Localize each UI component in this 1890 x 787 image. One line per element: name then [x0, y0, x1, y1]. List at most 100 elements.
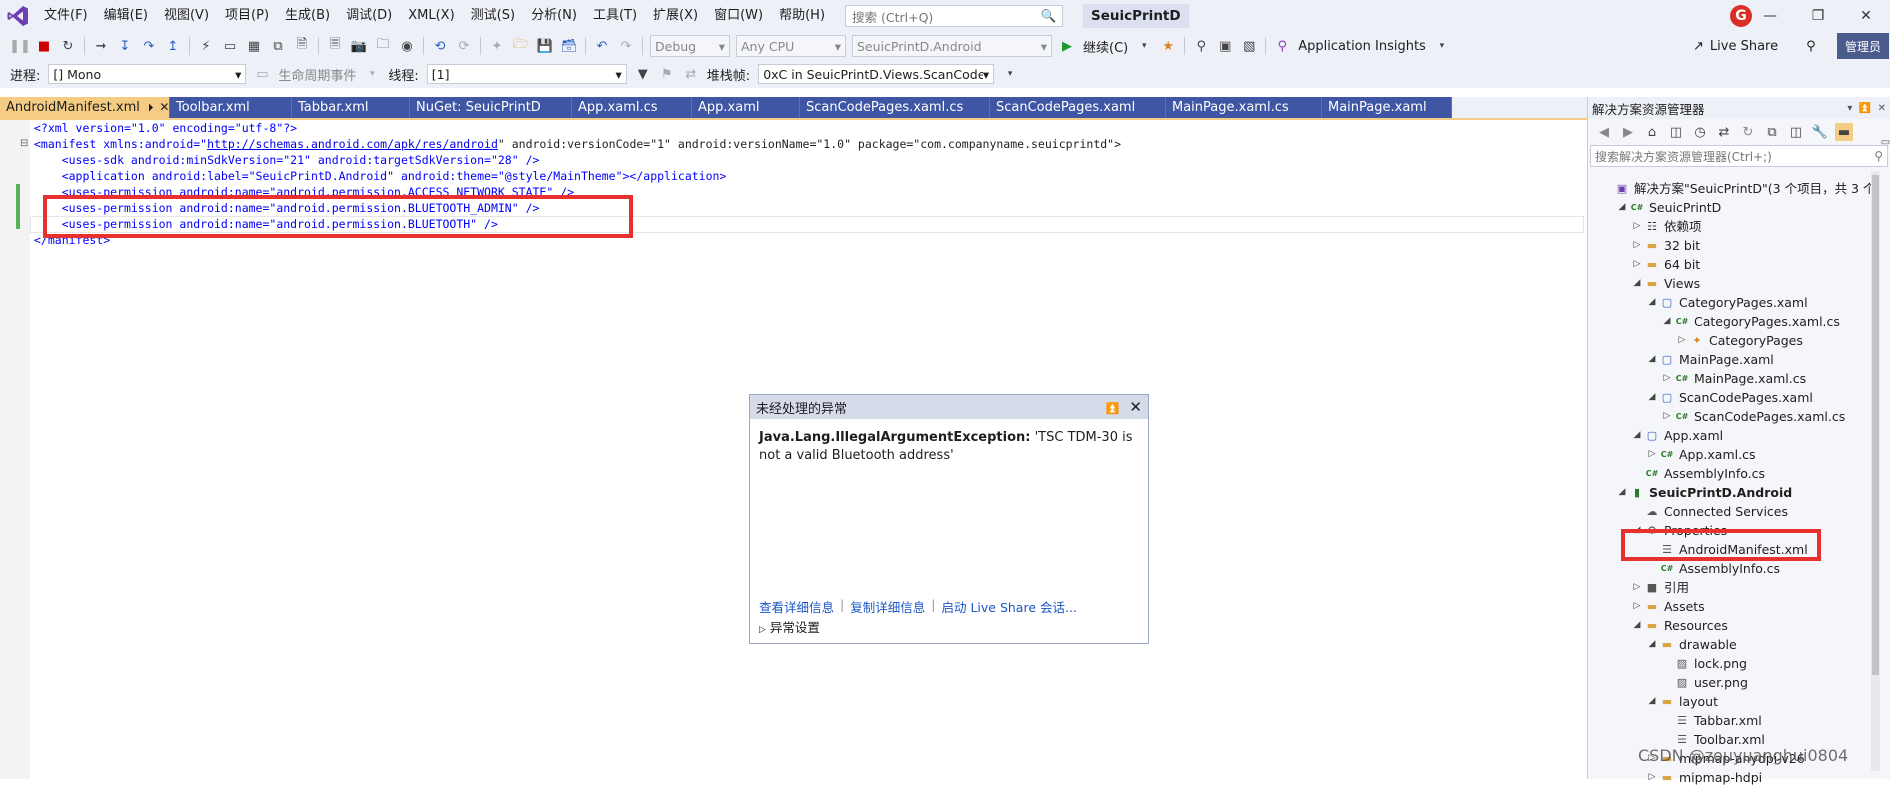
tree-item[interactable]: ▨ user.png: [1660, 673, 1748, 692]
document-tab[interactable]: MainPage.xaml: [1322, 97, 1452, 118]
expand-arrow-icon[interactable]: ▷: [1630, 217, 1644, 236]
document-tab[interactable]: ScanCodePages.xaml.cs: [800, 97, 990, 118]
document-tab[interactable]: App.xaml.cs: [572, 97, 692, 118]
expand-arrow-icon[interactable]: ▷: [1630, 236, 1644, 255]
menu-item[interactable]: 项目(P): [217, 0, 277, 32]
redo-icon[interactable]: ↷: [617, 37, 635, 55]
document-tab[interactable]: MainPage.xaml.cs: [1166, 97, 1322, 118]
expand-arrow-icon[interactable]: ▷: [1660, 407, 1674, 426]
tree-item[interactable]: ▨ lock.png: [1660, 654, 1747, 673]
expand-arrow-icon[interactable]: ▷: [1645, 445, 1659, 464]
step-out-icon[interactable]: ↥: [164, 37, 182, 55]
expand-arrow-icon[interactable]: ▷: [1675, 331, 1689, 350]
ruler-icon[interactable]: ▧: [1240, 37, 1258, 55]
application-insights-icon[interactable]: ⚲: [1273, 37, 1291, 55]
tree-item[interactable]: ◢ ▬ drawable: [1645, 635, 1737, 654]
tree-item[interactable]: ◢ ▬ layout: [1645, 692, 1718, 711]
back-icon[interactable]: ◀: [1595, 123, 1613, 141]
pin-icon[interactable]: ⏵: [148, 97, 154, 118]
continue-button[interactable]: 继续(C): [1083, 37, 1128, 56]
tree-item[interactable]: ▷ C# ScanCodePages.xaml.cs: [1660, 407, 1846, 426]
tree-item[interactable]: ▷ ▬ 32 bit: [1630, 236, 1701, 255]
view-details-link[interactable]: 查看详细信息: [759, 597, 834, 616]
menu-item[interactable]: 编辑(E): [96, 0, 156, 32]
dropdown-icon[interactable]: ▾: [1847, 103, 1852, 114]
expand-arrow-icon[interactable]: ▷: [1660, 369, 1674, 388]
menu-item[interactable]: 窗口(W): [706, 0, 771, 32]
step-into-icon[interactable]: ↧: [116, 37, 134, 55]
solution-search-input[interactable]: 搜索解决方案资源管理器(Ctrl+;) ⚲: [1590, 145, 1888, 167]
application-insights-button[interactable]: Application Insights: [1298, 39, 1426, 54]
refresh-icon[interactable]: ↻: [1739, 123, 1757, 141]
menu-item[interactable]: 视图(V): [156, 0, 217, 32]
collapse-arrow-icon[interactable]: ◢: [1645, 350, 1659, 369]
admin-badge[interactable]: 管理员: [1837, 33, 1889, 59]
document-tab[interactable]: Toolbar.xml: [170, 97, 292, 118]
collapse-arrow-icon[interactable]: ◢: [1630, 426, 1644, 445]
navigate-back-icon[interactable]: ⟲: [431, 37, 449, 55]
device-icon[interactable]: ▭: [221, 37, 239, 55]
collapse-arrow-icon[interactable]: ◢: [1630, 616, 1644, 635]
exception-settings[interactable]: ▷ 异常设置: [759, 617, 820, 636]
close-icon[interactable]: ✕: [1878, 103, 1886, 114]
pending-changes-icon[interactable]: ◷: [1691, 123, 1709, 141]
collapse-arrow-icon[interactable]: ◢: [1615, 198, 1629, 217]
document-tab[interactable]: NuGet: SeuicPrintD: [410, 97, 572, 118]
collapse-arrow-icon[interactable]: ◢: [1645, 635, 1659, 654]
lifecycle-icon[interactable]: ▭: [253, 65, 271, 83]
close-icon[interactable]: ✕: [1842, 0, 1890, 32]
restore-icon[interactable]: ❐: [1794, 0, 1842, 32]
hot-reload-icon[interactable]: ⚡: [197, 37, 215, 55]
tree-item[interactable]: ◢ ▢ App.xaml: [1630, 426, 1724, 445]
tree-item[interactable]: ▷ ▬ Assets: [1630, 597, 1705, 616]
undo-icon[interactable]: ↶: [593, 37, 611, 55]
tree-item[interactable]: ▷ ■ 引用: [1630, 578, 1689, 597]
tree-item[interactable]: ◢ ▢ CategoryPages.xaml: [1645, 293, 1808, 312]
tree-item[interactable]: ◢ ▢ MainPage.xaml: [1645, 350, 1774, 369]
menu-item[interactable]: 生成(B): [277, 0, 338, 32]
new-file-icon[interactable]: 🗏: [326, 37, 344, 55]
home-icon[interactable]: ⌂: [1643, 123, 1661, 141]
stop-icon[interactable]: ■: [35, 37, 53, 55]
scrollbar-thumb[interactable]: [1872, 175, 1879, 675]
menu-item[interactable]: 工具(T): [585, 0, 645, 32]
show-next-statement-icon[interactable]: ➞: [92, 37, 110, 55]
start-live-share-link[interactable]: 启动 Live Share 会话...: [941, 597, 1076, 616]
restart-icon[interactable]: ↻: [59, 37, 77, 55]
tree-item[interactable]: ▣ 解决方案"SeuicPrintD"(3 个项目，共 3 个): [1600, 179, 1881, 198]
minimize-icon[interactable]: —: [1746, 0, 1794, 32]
switch-views-icon[interactable]: ◫: [1667, 123, 1685, 141]
collapse-arrow-icon[interactable]: ◢: [1660, 312, 1674, 331]
menu-item[interactable]: 测试(S): [463, 0, 523, 32]
tree-item[interactable]: ◢ ▬ Views: [1630, 274, 1701, 293]
menu-item[interactable]: XML(X): [400, 0, 462, 32]
collapse-arrow-icon[interactable]: ◢: [1645, 293, 1659, 312]
tree-item[interactable]: ◢ C# SeuicPrintD: [1615, 198, 1722, 217]
stackframe-select[interactable]: 0xC in SeuicPrintD.Views.ScanCodePag▾: [758, 64, 995, 84]
tree-item[interactable]: C# AssemblyInfo.cs: [1645, 559, 1780, 578]
startup-project-select[interactable]: SeuicPrintD.Android ▾: [852, 35, 1052, 57]
filter-icon[interactable]: ▼: [634, 65, 652, 83]
record-icon[interactable]: ◉: [398, 37, 416, 55]
tree-item[interactable]: ◢ C# CategoryPages.xaml.cs: [1660, 312, 1840, 331]
tree-item[interactable]: ☁ Connected Services: [1630, 502, 1789, 521]
save-all-icon[interactable]: 🗃: [560, 37, 578, 55]
copy-icon[interactable]: ⧉: [269, 37, 287, 55]
browse-icon[interactable]: 🗀: [374, 37, 392, 55]
collapse-arrow-icon[interactable]: ◢: [1645, 692, 1659, 711]
continue-play-icon[interactable]: ▶: [1058, 37, 1076, 55]
schema-link[interactable]: http://schemas.android.com/apk/res/andro…: [207, 137, 498, 151]
tree-item[interactable]: ◢ ▢ ScanCodePages.xaml: [1645, 388, 1813, 407]
close-icon[interactable]: ✕: [159, 97, 169, 118]
hot-reload-fire-icon[interactable]: ★: [1159, 37, 1177, 55]
tree-item[interactable]: ▷ ✦ CategoryPages: [1675, 331, 1803, 350]
tree-item[interactable]: ▷ C# App.xaml.cs: [1645, 445, 1756, 464]
pin-icon[interactable]: ⏫: [1859, 103, 1871, 114]
pause-icon[interactable]: ❚❚: [9, 37, 31, 55]
chevron-down-icon[interactable]: ▾: [363, 65, 381, 83]
chevron-down-icon[interactable]: ▾: [1135, 37, 1153, 55]
process-select[interactable]: [] Mono ▾: [48, 64, 247, 84]
collapse-arrow-icon[interactable]: ◢: [1645, 388, 1659, 407]
tree-item[interactable]: ▷ ▬ mipmap-hdpi: [1645, 768, 1763, 787]
document-tab[interactable]: App.xaml: [692, 97, 800, 118]
